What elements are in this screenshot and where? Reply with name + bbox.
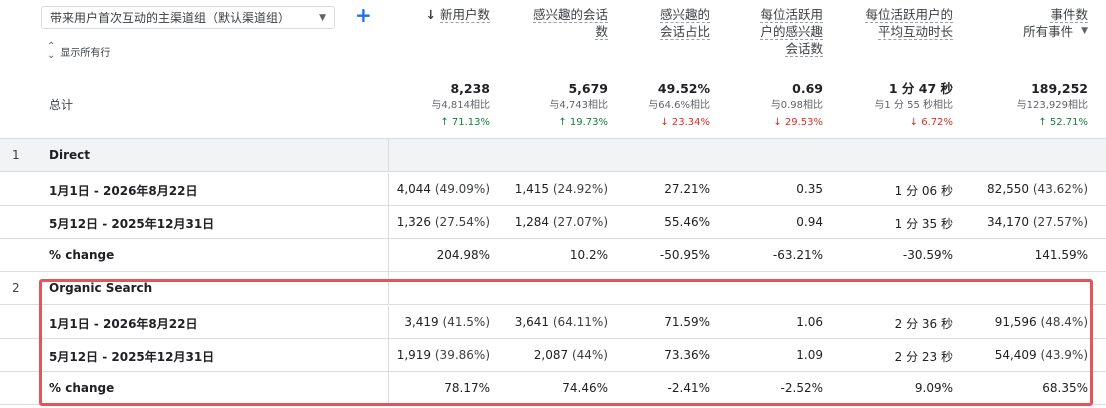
dimension-cell: 1月1日 - 2026年8月22日 — [0, 306, 389, 338]
total-engaged-sessions: 5,679 与4,743相比 ↑ 19.73% — [549, 81, 608, 128]
metric-cell: 1,284 (27.07%) — [514, 215, 608, 229]
metric-cell: 27.21% — [664, 182, 710, 196]
chevron-down-icon: ▼ — [319, 12, 326, 23]
group-row[interactable]: 1 Direct — [0, 139, 1106, 172]
metric-cell: 0.94 — [796, 215, 823, 229]
metric-cell: 54,409 (43.9%) — [994, 348, 1088, 362]
dimension-cell: 1月1日 - 2026年8月22日 — [0, 173, 389, 205]
column-header-engaged-sessions[interactable]: 感兴趣的会话数 — [530, 6, 608, 40]
metric-cell: -2.41% — [667, 381, 710, 395]
total-label: 总计 — [49, 98, 74, 112]
show-all-rows-label: 显示所有行 — [60, 47, 111, 59]
metric-cell: -30.59% — [902, 248, 953, 262]
column-header-engagement-rate[interactable]: 感兴趣的会话占比 — [650, 6, 710, 40]
sort-down-arrow-icon: ↓ — [425, 7, 436, 22]
metric-cell: 34,170 (27.57%) — [987, 215, 1088, 229]
metric-cell: 55.46% — [664, 215, 710, 229]
metric-cell: 68.35% — [1042, 381, 1088, 395]
channel-label: Organic Search — [49, 281, 153, 295]
row-label: 1月1日 - 2026年8月22日 — [49, 184, 198, 198]
row-label: % change — [49, 381, 115, 395]
dimension-cell: % change — [0, 239, 389, 271]
metric-cell: 82,550 (43.62%) — [987, 182, 1088, 196]
row-label: 5月12日 - 2025年12月31日 — [49, 350, 215, 364]
table-row[interactable]: 1月1日 - 2026年8月22日 3,419 (41.5%) 3,641 (64.… — [0, 306, 1106, 339]
metric-cell: 1 分 35 秒 — [894, 217, 953, 231]
dimension-cell: 2 Organic Search — [0, 272, 389, 304]
row-label: 5月12日 - 2025年12月31日 — [49, 217, 215, 231]
row-label: 1月1日 - 2026年8月22日 — [49, 317, 198, 331]
metric-cell: -2.52% — [780, 381, 823, 395]
dimension-cell: % change — [0, 372, 389, 404]
metric-cell: 3,641 (64.11%) — [514, 315, 608, 329]
total-event-count: 189,252 与123,929相比 ↑ 52.71% — [1016, 81, 1088, 128]
metric-cell: 74.46% — [562, 381, 608, 395]
table-row[interactable]: % change 78.17% 74.46% -2.41% -2.52% 9.09% 68.… — [0, 372, 1106, 405]
column-header-new-users[interactable]: ↓ 新用户数 — [390, 6, 490, 23]
table-row[interactable]: 5月12日 - 2025年12月31日 1,919 (39.86%) 2,087 (… — [0, 339, 1106, 372]
metric-cell: 2 分 23 秒 — [894, 350, 953, 364]
metric-cell: -63.21% — [772, 248, 823, 262]
metric-cell: 1.09 — [796, 348, 823, 362]
table-header: 带来用户首次互动的主渠道组（默认渠道组） ▼ + ⌃ ⌄ 显示所有行 总计 ↓ 新用… — [0, 0, 1106, 139]
total-new-users: 8,238 与4,814相比 ↑ 71.13% — [431, 81, 490, 128]
metric-cell: 73.36% — [664, 348, 710, 362]
event-filter-select[interactable]: 所有事件 ▼ — [990, 23, 1088, 40]
metric-cell: -50.95% — [659, 248, 710, 262]
add-dimension-button[interactable]: + — [355, 4, 372, 26]
metric-cell: 9.09% — [914, 381, 953, 395]
metric-cell: 4,044 (49.09%) — [396, 182, 490, 196]
chevron-down-icon: ▼ — [1081, 26, 1088, 36]
metric-cell: 0.35 — [796, 182, 823, 196]
dimension-label: 带来用户首次互动的主渠道组（默认渠道组） — [50, 11, 291, 25]
metric-cell: 78.17% — [444, 381, 490, 395]
column-header-avg-engagement-time[interactable]: 每位活跃用户的平均互动时长 — [860, 6, 953, 40]
metric-cell: 2 分 36 秒 — [894, 317, 953, 331]
metric-cell: 2,087 (44%) — [533, 348, 608, 362]
table-row[interactable]: % change 204.98% 10.2% -50.95% -63.21% -30.59… — [0, 239, 1106, 272]
metric-cell: 141.59% — [1034, 248, 1088, 262]
row-number: 1 — [12, 148, 20, 162]
column-header-event-count[interactable]: 事件数 所有事件 ▼ — [990, 6, 1088, 40]
dimension-cell: 5月12日 - 2025年12月31日 — [0, 206, 389, 238]
metric-cell: 91,596 (48.4%) — [994, 315, 1088, 329]
metric-cell: 204.98% — [436, 248, 490, 262]
row-label: % change — [49, 248, 115, 262]
table-row[interactable]: 1月1日 - 2026年8月22日 4,044 (49.09%) 1,415 (24… — [0, 173, 1106, 206]
group-row[interactable]: 2 Organic Search — [0, 272, 1106, 305]
dimension-cell: 5月12日 - 2025年12月31日 — [0, 339, 389, 371]
unfold-icon: ⌃ ⌄ — [47, 41, 56, 61]
dimension-cell: 1 Direct — [0, 139, 389, 171]
metric-cell: 1,326 (27.54%) — [396, 215, 490, 229]
metric-cell: 71.59% — [664, 315, 710, 329]
row-number: 2 — [12, 281, 20, 295]
total-engaged-sessions-per-user: 0.69 与0.98相比 ↓ 29.53% — [770, 81, 823, 128]
channel-label: Direct — [49, 148, 90, 162]
column-header-engaged-sessions-per-user[interactable]: 每位活跃用户的感兴趣会话数 — [752, 6, 823, 57]
total-engagement-rate: 49.52% 与64.6%相比 ↓ 23.34% — [648, 81, 710, 128]
metric-cell: 1.06 — [796, 315, 823, 329]
show-all-rows-toggle[interactable]: ⌃ ⌄ 显示所有行 — [47, 41, 111, 61]
metric-cell: 1,919 (39.86%) — [396, 348, 490, 362]
table-row[interactable]: 5月12日 - 2025年12月31日 1,326 (27.54%) 1,284 (… — [0, 206, 1106, 239]
total-avg-engagement-time: 1 分 47 秒与1 分 55 秒相比 ↓ 6.72% — [874, 81, 953, 128]
dimension-select[interactable]: 带来用户首次互动的主渠道组（默认渠道组） ▼ — [41, 6, 335, 29]
metric-cell: 10.2% — [569, 248, 608, 262]
metric-cell: 3,419 (41.5%) — [404, 315, 490, 329]
metric-cell: 1 分 06 秒 — [894, 184, 953, 198]
metric-cell: 1,415 (24.92%) — [514, 182, 608, 196]
